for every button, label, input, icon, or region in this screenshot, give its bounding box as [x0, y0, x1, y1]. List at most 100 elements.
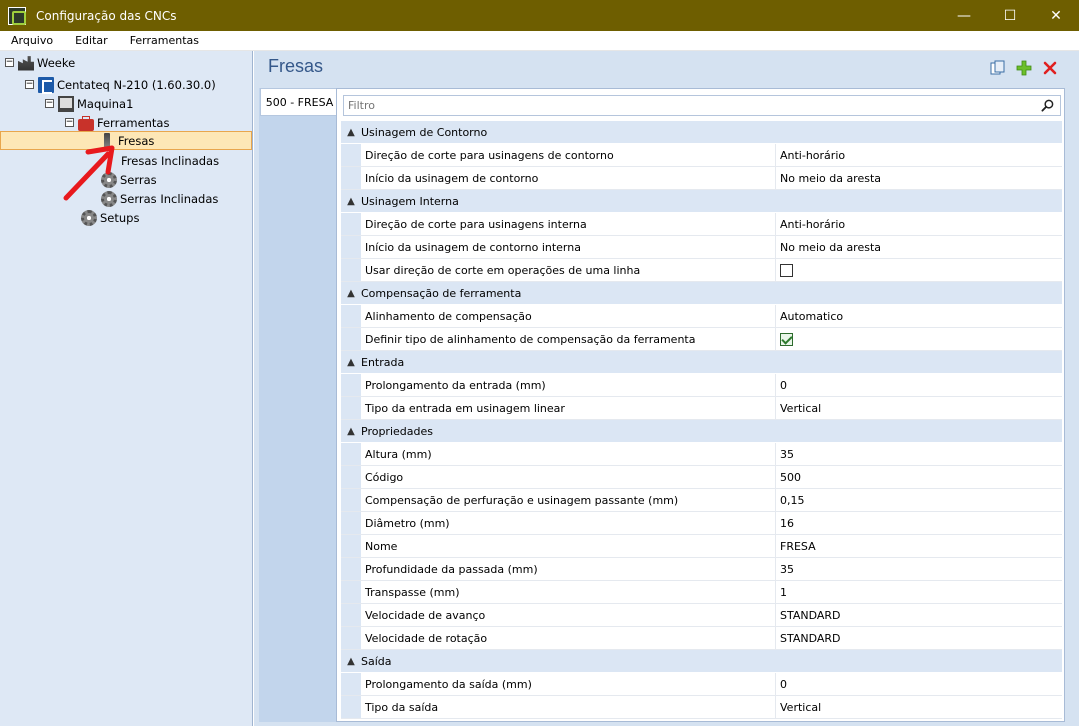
- property-name: Altura (mm): [361, 443, 776, 465]
- property-value[interactable]: Automatico: [776, 305, 1062, 327]
- property-value[interactable]: [776, 328, 1062, 350]
- collapse-toggle[interactable]: −: [45, 99, 54, 108]
- menu-ferramentas[interactable]: Ferramentas: [119, 34, 210, 47]
- category-row[interactable]: ▲ Propriedades: [341, 420, 1062, 443]
- chevron-up-icon[interactable]: ▲: [341, 288, 361, 299]
- chevron-up-icon[interactable]: ▲: [341, 357, 361, 368]
- property-name: Transpasse (mm): [361, 581, 776, 603]
- property-value-text: No meio da aresta: [780, 240, 882, 254]
- chevron-up-icon[interactable]: ▲: [341, 656, 361, 667]
- property-value[interactable]: Vertical: [776, 397, 1062, 419]
- row-gutter: [341, 443, 361, 465]
- property-row[interactable]: Alinhamento de compensação Automatico: [341, 305, 1062, 328]
- property-row[interactable]: Compensação de perfuração e usinagem pas…: [341, 489, 1062, 512]
- property-row[interactable]: Prolongamento da saída (mm) 0: [341, 673, 1062, 696]
- property-value[interactable]: 16: [776, 512, 1062, 534]
- add-button[interactable]: [1015, 59, 1033, 77]
- property-value[interactable]: Anti-horário: [776, 213, 1062, 235]
- panel-title: Fresas: [268, 56, 324, 76]
- property-value[interactable]: 35: [776, 558, 1062, 580]
- chevron-up-icon[interactable]: ▲: [341, 127, 361, 138]
- minimize-button[interactable]: —: [941, 0, 987, 31]
- delete-button[interactable]: [1041, 59, 1059, 77]
- property-row[interactable]: Transpasse (mm) 1: [341, 581, 1062, 604]
- property-value-text: STANDARD: [780, 631, 841, 645]
- property-value[interactable]: 1: [776, 581, 1062, 603]
- tree-label: Serras Inclinadas: [120, 191, 219, 206]
- property-value-text: Automatico: [780, 309, 844, 323]
- property-value[interactable]: FRESA: [776, 535, 1062, 557]
- property-grid: ▲ Usinagem de Contorno Direção de corte pa…: [341, 121, 1062, 719]
- property-row[interactable]: Tipo da entrada em usinagem linear Vertic…: [341, 397, 1062, 420]
- property-value[interactable]: STANDARD: [776, 627, 1062, 649]
- tab-500-fresa[interactable]: 500 - FRESA: [260, 88, 338, 116]
- property-name: Profundidade da passada (mm): [361, 558, 776, 580]
- property-value-text: Anti-horário: [780, 148, 846, 162]
- property-row[interactable]: Velocidade de rotação STANDARD: [341, 627, 1062, 650]
- property-value[interactable]: No meio da aresta: [776, 167, 1062, 189]
- tree-item-setups[interactable]: Setups: [81, 208, 139, 227]
- property-row[interactable]: Altura (mm) 35: [341, 443, 1062, 466]
- category-row[interactable]: ▲ Entrada: [341, 351, 1062, 374]
- toolbox-icon: [78, 115, 94, 131]
- category-row[interactable]: ▲ Usinagem Interna: [341, 190, 1062, 213]
- property-value-text: 500: [780, 470, 801, 484]
- collapse-toggle[interactable]: −: [25, 80, 34, 89]
- property-row[interactable]: Código 500: [341, 466, 1062, 489]
- filter-input[interactable]: [344, 99, 1034, 112]
- tree-item-cnc[interactable]: − Centateq N-210 (1.60.30.0): [25, 75, 216, 94]
- property-row[interactable]: Diâmetro (mm) 16: [341, 512, 1062, 535]
- property-row[interactable]: Prolongamento da entrada (mm) 0: [341, 374, 1062, 397]
- property-value[interactable]: 0: [776, 374, 1062, 396]
- property-row[interactable]: Usar direção de corte em operações de um…: [341, 259, 1062, 282]
- property-row[interactable]: Direção de corte para usinagens interna A…: [341, 213, 1062, 236]
- copy-button[interactable]: [989, 59, 1007, 77]
- property-value[interactable]: 0,15: [776, 489, 1062, 511]
- menu-arquivo[interactable]: Arquivo: [0, 34, 64, 47]
- tree-item-ferramentas[interactable]: − Ferramentas: [65, 113, 169, 132]
- property-value[interactable]: 35: [776, 443, 1062, 465]
- property-value[interactable]: STANDARD: [776, 604, 1062, 626]
- delete-icon: [1043, 61, 1057, 75]
- property-row[interactable]: Nome FRESA: [341, 535, 1062, 558]
- tree-item-fresas[interactable]: Fresas: [0, 131, 252, 150]
- property-value[interactable]: [776, 259, 1062, 281]
- property-checkbox[interactable]: [780, 332, 793, 346]
- property-row[interactable]: Início da usinagem de contorno interna No…: [341, 236, 1062, 259]
- tree-item-weeke[interactable]: − Weeke: [5, 53, 75, 72]
- collapse-toggle[interactable]: −: [65, 118, 74, 127]
- row-gutter: [341, 466, 361, 488]
- property-row[interactable]: Profundidade da passada (mm) 35: [341, 558, 1062, 581]
- maximize-button[interactable]: ☐: [987, 0, 1033, 31]
- row-gutter: [341, 558, 361, 580]
- tree-label: Setups: [100, 210, 140, 225]
- property-value-text: No meio da aresta: [780, 171, 882, 185]
- property-value[interactable]: No meio da aresta: [776, 236, 1062, 258]
- property-value[interactable]: 0: [776, 673, 1062, 695]
- category-row[interactable]: ▲ Saída: [341, 650, 1062, 673]
- tree-panel: − Weeke − Centateq N-210 (1.60.30.0) − M…: [0, 51, 253, 726]
- close-button[interactable]: ✕: [1033, 0, 1079, 31]
- property-value[interactable]: Anti-horário: [776, 144, 1062, 166]
- chevron-up-icon[interactable]: ▲: [341, 196, 361, 207]
- collapse-toggle[interactable]: −: [5, 58, 14, 67]
- property-value[interactable]: 500: [776, 466, 1062, 488]
- property-value-text: Anti-horário: [780, 217, 846, 231]
- menu-editar[interactable]: Editar: [64, 34, 119, 47]
- property-name: Velocidade de avanço: [361, 604, 776, 626]
- category-row[interactable]: ▲ Usinagem de Contorno: [341, 121, 1062, 144]
- property-checkbox[interactable]: [780, 263, 793, 277]
- property-name: Código: [361, 466, 776, 488]
- property-row[interactable]: Tipo da saída Vertical: [341, 696, 1062, 719]
- category-label: Saída: [361, 654, 392, 668]
- property-row[interactable]: Início da usinagem de contorno No meio da…: [341, 167, 1062, 190]
- chevron-up-icon[interactable]: ▲: [341, 426, 361, 437]
- property-row[interactable]: Direção de corte para usinagens de conto…: [341, 144, 1062, 167]
- tree-label: Fresas Inclinadas: [121, 153, 220, 168]
- category-row[interactable]: ▲ Compensação de ferramenta: [341, 282, 1062, 305]
- property-value[interactable]: Vertical: [776, 696, 1062, 718]
- search-icon[interactable]: [1041, 99, 1054, 112]
- property-row[interactable]: Velocidade de avanço STANDARD: [341, 604, 1062, 627]
- property-row[interactable]: Definir tipo de alinhamento de compensaç…: [341, 328, 1062, 351]
- tree-item-maquina[interactable]: − Maquina1: [45, 94, 133, 113]
